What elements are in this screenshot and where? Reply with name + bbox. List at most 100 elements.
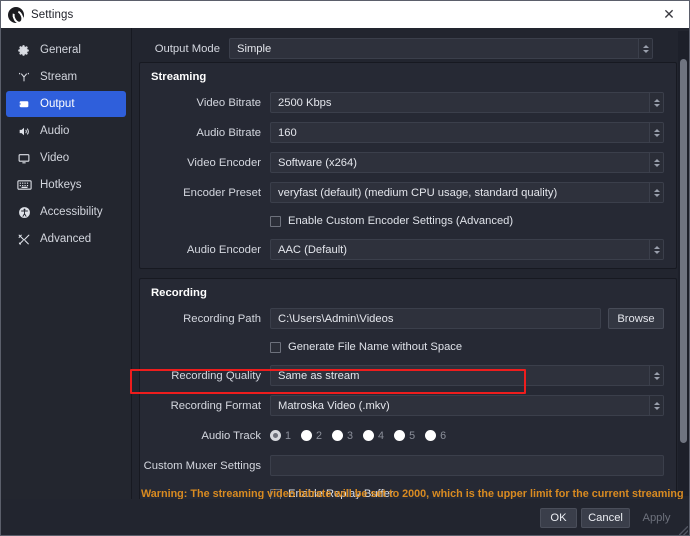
audio-track-option-6[interactable]: 6 bbox=[425, 430, 446, 442]
recording-quality-label: Recording Quality bbox=[171, 369, 261, 382]
streaming-title: Streaming bbox=[151, 71, 207, 83]
output-mode-row: Output Mode Simple bbox=[133, 38, 679, 59]
chevron-down-icon bbox=[653, 193, 660, 197]
video-encoder-label: Video Encoder bbox=[187, 156, 261, 169]
recording-path-input[interactable]: C:\Users\Admin\Videos bbox=[270, 308, 601, 329]
video-bitrate-spinner[interactable] bbox=[649, 93, 663, 112]
title-bar: Settings ✕ bbox=[1, 1, 689, 28]
custom-encoder-row: Enable Custom Encoder Settings (Advanced… bbox=[140, 212, 664, 230]
audio-track-number: 2 bbox=[316, 429, 323, 442]
recording-group: Recording Recording Path C:\Users\Admin\… bbox=[139, 278, 677, 499]
sidebar-item-stream[interactable]: Stream bbox=[6, 64, 126, 90]
chevron-up-icon bbox=[653, 245, 660, 249]
scrollbar-thumb[interactable] bbox=[680, 59, 687, 443]
generate-no-space-label[interactable]: Generate File Name without Space bbox=[288, 341, 462, 353]
custom-muxer-input[interactable] bbox=[270, 455, 664, 476]
sidebar-item-audio[interactable]: Audio bbox=[6, 118, 126, 144]
audio-bitrate-row: Audio Bitrate 160 bbox=[140, 122, 664, 143]
audio-bitrate-value: 160 bbox=[278, 126, 297, 139]
output-mode-select[interactable]: Simple bbox=[229, 38, 653, 59]
output-screen-icon bbox=[13, 98, 35, 111]
video-bitrate-label: Video Bitrate bbox=[196, 96, 261, 109]
sidebar-item-video[interactable]: Video bbox=[6, 145, 126, 171]
audio-encoder-spinner[interactable] bbox=[649, 240, 663, 259]
output-mode-label: Output Mode bbox=[154, 42, 220, 55]
audio-track-number: 6 bbox=[440, 429, 447, 442]
encoder-preset-row: Encoder Preset veryfast (default) (mediu… bbox=[140, 182, 664, 203]
encoder-preset-label: Encoder Preset bbox=[183, 186, 261, 199]
keyboard-icon bbox=[13, 179, 35, 191]
apply-button[interactable]: Apply bbox=[634, 508, 679, 528]
streaming-group: Streaming Video Bitrate 2500 Kbps Audio … bbox=[139, 62, 677, 269]
obs-logo-icon bbox=[8, 6, 24, 23]
ok-button[interactable]: OK bbox=[540, 508, 577, 528]
audio-track-option-3[interactable]: 3 bbox=[332, 430, 353, 442]
sidebar-item-advanced[interactable]: Advanced bbox=[6, 226, 126, 252]
sidebar-item-output[interactable]: Output bbox=[6, 91, 126, 117]
audio-track-label: Audio Track bbox=[201, 429, 261, 442]
accessibility-icon bbox=[13, 206, 35, 219]
sidebar-item-label: Video bbox=[40, 152, 70, 164]
recording-format-spinner[interactable] bbox=[649, 396, 663, 415]
chevron-down-icon bbox=[642, 49, 649, 53]
chevron-up-icon bbox=[653, 158, 660, 162]
recording-format-value: Matroska Video (.mkv) bbox=[278, 399, 390, 412]
recording-quality-row: Recording Quality Same as stream bbox=[140, 365, 664, 386]
sidebar-item-label: Hotkeys bbox=[40, 179, 82, 191]
radio-icon bbox=[270, 430, 281, 441]
recording-format-select[interactable]: Matroska Video (.mkv) bbox=[270, 395, 664, 416]
sidebar-item-general[interactable]: General bbox=[6, 37, 126, 63]
sidebar-item-label: Accessibility bbox=[40, 206, 103, 218]
close-icon[interactable]: ✕ bbox=[647, 1, 689, 28]
recording-quality-value: Same as stream bbox=[278, 369, 360, 382]
audio-track-option-5[interactable]: 5 bbox=[394, 430, 415, 442]
video-encoder-select[interactable]: Software (x264) bbox=[270, 152, 664, 173]
audio-track-option-1[interactable]: 1 bbox=[270, 430, 291, 442]
audio-bitrate-select[interactable]: 160 bbox=[270, 122, 664, 143]
audio-track-option-4[interactable]: 4 bbox=[363, 430, 384, 442]
audio-track-number: 4 bbox=[378, 429, 385, 442]
tools-icon bbox=[13, 233, 35, 246]
radio-icon bbox=[301, 430, 313, 441]
content-scrollbar[interactable] bbox=[678, 31, 689, 496]
video-encoder-row: Video Encoder Software (x264) bbox=[140, 152, 664, 173]
encoder-preset-value: veryfast (default) (medium CPU usage, st… bbox=[278, 186, 558, 199]
audio-encoder-select[interactable]: AAC (Default) bbox=[270, 239, 664, 260]
browse-button[interactable]: Browse bbox=[608, 308, 664, 329]
recording-title: Recording bbox=[151, 287, 207, 299]
generate-no-space-checkbox[interactable] bbox=[270, 341, 281, 353]
video-encoder-spinner[interactable] bbox=[649, 153, 663, 172]
chevron-up-icon bbox=[642, 44, 649, 48]
audio-bitrate-spinner[interactable] bbox=[649, 123, 663, 142]
video-encoder-value: Software (x264) bbox=[278, 156, 357, 169]
recording-path-value: C:\Users\Admin\Videos bbox=[278, 312, 394, 325]
audio-track-option-2[interactable]: 2 bbox=[301, 430, 322, 442]
recording-format-row: Recording Format Matroska Video (.mkv) bbox=[140, 395, 664, 416]
window-title: Settings bbox=[31, 8, 74, 21]
sidebar-item-hotkeys[interactable]: Hotkeys bbox=[6, 172, 126, 198]
output-mode-spinner[interactable] bbox=[638, 39, 652, 58]
custom-muxer-row: Custom Muxer Settings bbox=[140, 455, 664, 476]
recording-format-label: Recording Format bbox=[170, 399, 261, 412]
chevron-down-icon bbox=[653, 103, 660, 107]
chevron-down-icon bbox=[653, 376, 660, 380]
custom-encoder-checkbox[interactable] bbox=[270, 215, 281, 227]
dialog-footer: OK Cancel Apply bbox=[1, 499, 689, 535]
video-bitrate-row: Video Bitrate 2500 Kbps bbox=[140, 92, 664, 113]
encoder-preset-select[interactable]: veryfast (default) (medium CPU usage, st… bbox=[270, 182, 664, 203]
sidebar-item-label: General bbox=[40, 44, 81, 56]
custom-encoder-label[interactable]: Enable Custom Encoder Settings (Advanced… bbox=[288, 215, 513, 227]
encoder-preset-spinner[interactable] bbox=[649, 183, 663, 202]
recording-quality-select[interactable]: Same as stream bbox=[270, 365, 664, 386]
resize-grip-icon[interactable] bbox=[679, 526, 688, 535]
custom-muxer-label: Custom Muxer Settings bbox=[143, 459, 261, 472]
output-mode-section: Output Mode Simple bbox=[133, 28, 689, 62]
cancel-button[interactable]: Cancel bbox=[581, 508, 630, 528]
recording-quality-spinner[interactable] bbox=[649, 366, 663, 385]
video-bitrate-input[interactable]: 2500 Kbps bbox=[270, 92, 664, 113]
sidebar-item-accessibility[interactable]: Accessibility bbox=[6, 199, 126, 225]
sidebar-item-label: Output bbox=[40, 98, 75, 110]
broadcast-icon bbox=[13, 71, 35, 84]
settings-sidebar: General Stream Output Audio Video Hotkey… bbox=[1, 28, 132, 499]
sidebar-item-label: Stream bbox=[40, 71, 78, 83]
